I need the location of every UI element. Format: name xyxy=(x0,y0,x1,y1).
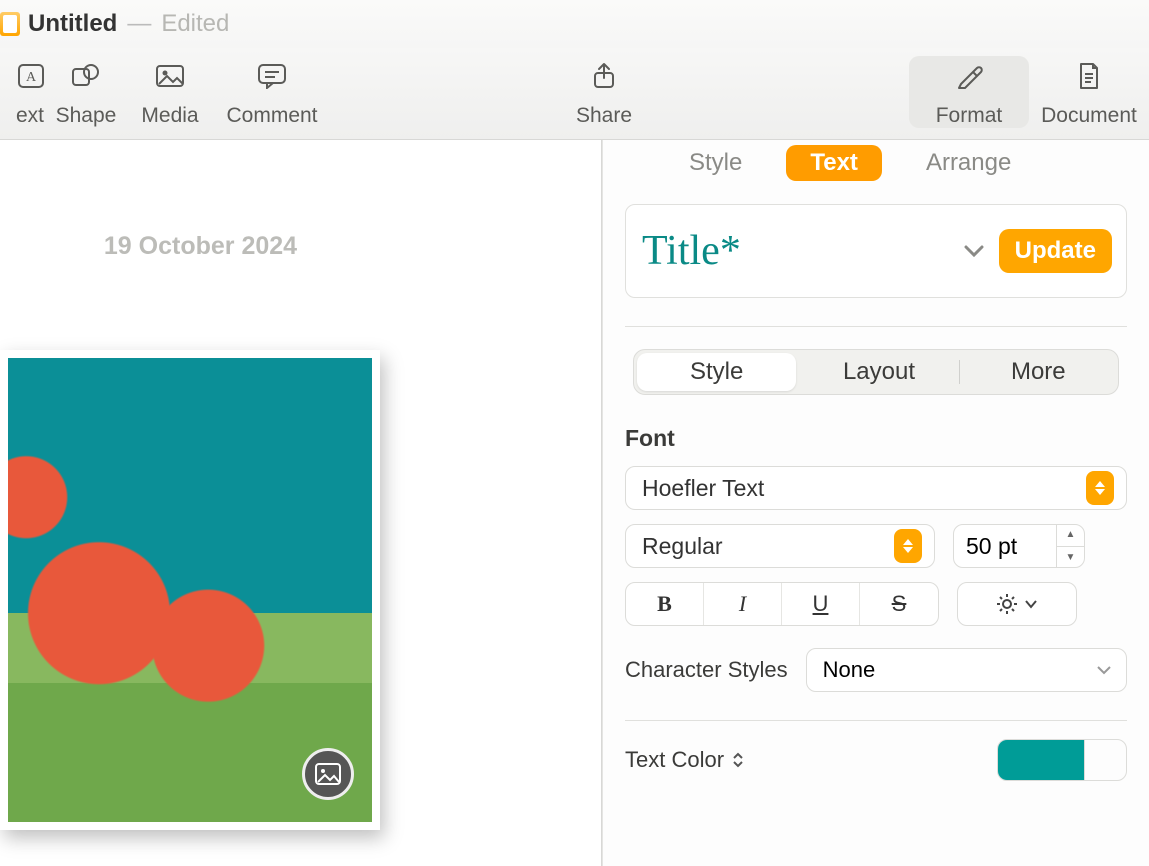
text-color-label: Text Color xyxy=(625,747,744,773)
divider xyxy=(625,326,1127,327)
font-size-stepper[interactable]: ▲ ▼ xyxy=(1056,524,1084,568)
inspector-tabbar: Style Text Arrange xyxy=(603,140,1149,186)
italic-button[interactable]: I xyxy=(704,583,782,625)
toolbar-media-button[interactable]: Media xyxy=(128,56,212,128)
format-icon xyxy=(955,56,983,96)
tab-text[interactable]: Text xyxy=(786,145,882,181)
share-icon xyxy=(592,56,616,96)
document-date[interactable]: 19 October 2024 xyxy=(0,232,501,261)
tab-style[interactable]: Style xyxy=(665,145,766,181)
color-picker-icon[interactable] xyxy=(1084,740,1126,780)
media-icon xyxy=(155,56,185,96)
toolbar-label: Comment xyxy=(226,96,317,128)
font-weight-value: Regular xyxy=(642,533,723,560)
font-size-value: 50 pt xyxy=(966,533,1017,560)
stepper-down[interactable]: ▼ xyxy=(1057,547,1084,569)
toolbar-label: ext xyxy=(16,96,44,128)
stepper-up[interactable]: ▲ xyxy=(1057,524,1084,547)
gear-icon xyxy=(996,593,1018,615)
toolbar-label: Format xyxy=(936,96,1003,128)
character-styles-label: Character Styles xyxy=(625,657,788,683)
font-size-field[interactable]: 50 pt ▲ ▼ xyxy=(953,524,1085,568)
paragraph-style-name: Title* xyxy=(642,227,949,275)
advanced-options-button[interactable] xyxy=(957,582,1077,626)
svg-text:A: A xyxy=(26,70,37,85)
document-icon xyxy=(0,12,20,36)
toolbar-label: Share xyxy=(576,96,632,128)
text-subsection-segments: Style Layout More xyxy=(633,349,1119,395)
chevron-down-icon[interactable] xyxy=(963,244,985,258)
title-separator: — xyxy=(117,10,161,38)
text-color-button[interactable] xyxy=(997,739,1127,781)
toolbar-text-button[interactable]: A ext xyxy=(0,56,44,128)
document-page-icon xyxy=(1077,56,1101,96)
bold-button[interactable]: B xyxy=(626,583,704,625)
color-swatch[interactable] xyxy=(998,740,1084,780)
toolbar-label: Document xyxy=(1041,96,1137,128)
document-title[interactable]: Untitled xyxy=(28,10,117,38)
image-replace-button[interactable] xyxy=(302,748,354,800)
font-family-select[interactable]: Hoefler Text xyxy=(625,466,1127,510)
toolbar-shape-button[interactable]: Shape xyxy=(44,56,128,128)
select-stepper-icon xyxy=(894,529,922,563)
toolbar-document-button[interactable]: Document xyxy=(1029,56,1149,128)
toolbar-format-button[interactable]: Format xyxy=(909,56,1029,128)
font-family-value: Hoefler Text xyxy=(642,475,764,502)
select-stepper-icon xyxy=(1086,471,1114,505)
segment-layout[interactable]: Layout xyxy=(799,350,958,394)
update-style-button[interactable]: Update xyxy=(999,229,1112,273)
underline-button[interactable]: U xyxy=(782,583,860,625)
updown-icon xyxy=(732,752,744,768)
window-titlebar: Untitled — Edited xyxy=(0,0,1149,48)
image-placeholder[interactable] xyxy=(0,350,380,830)
textbox-icon: A xyxy=(18,56,44,96)
main-area: 19 October 2024 Style Text Arrange Title… xyxy=(0,140,1149,866)
toolbar: A ext Shape Media Comment Share Format xyxy=(0,48,1149,140)
paragraph-style-picker[interactable]: Title* Update xyxy=(625,204,1127,298)
character-styles-value: None xyxy=(823,657,876,683)
segment-style[interactable]: Style xyxy=(637,353,796,391)
font-weight-select[interactable]: Regular xyxy=(625,524,935,568)
shape-icon xyxy=(71,56,101,96)
chevron-down-icon xyxy=(1096,665,1112,675)
strikethrough-button[interactable]: S xyxy=(860,583,938,625)
toolbar-share-button[interactable]: Share xyxy=(562,56,646,128)
format-inspector: Style Text Arrange Title* Update Style L… xyxy=(602,140,1149,866)
toolbar-label: Media xyxy=(141,96,198,128)
text-panel: Title* Update Style Layout More Font Hoe… xyxy=(603,186,1149,781)
toolbar-label: Shape xyxy=(56,96,117,128)
document-status: Edited xyxy=(161,10,229,38)
text-style-group: B I U S xyxy=(625,582,939,626)
toolbar-comment-button[interactable]: Comment xyxy=(212,56,332,128)
segment-more[interactable]: More xyxy=(959,350,1118,394)
document-canvas[interactable]: 19 October 2024 xyxy=(0,140,602,866)
character-styles-select[interactable]: None xyxy=(806,648,1127,692)
chevron-down-icon xyxy=(1024,599,1038,609)
divider xyxy=(625,720,1127,721)
comment-icon xyxy=(257,56,287,96)
font-section-label: Font xyxy=(625,425,1127,452)
tab-arrange[interactable]: Arrange xyxy=(902,145,1035,181)
